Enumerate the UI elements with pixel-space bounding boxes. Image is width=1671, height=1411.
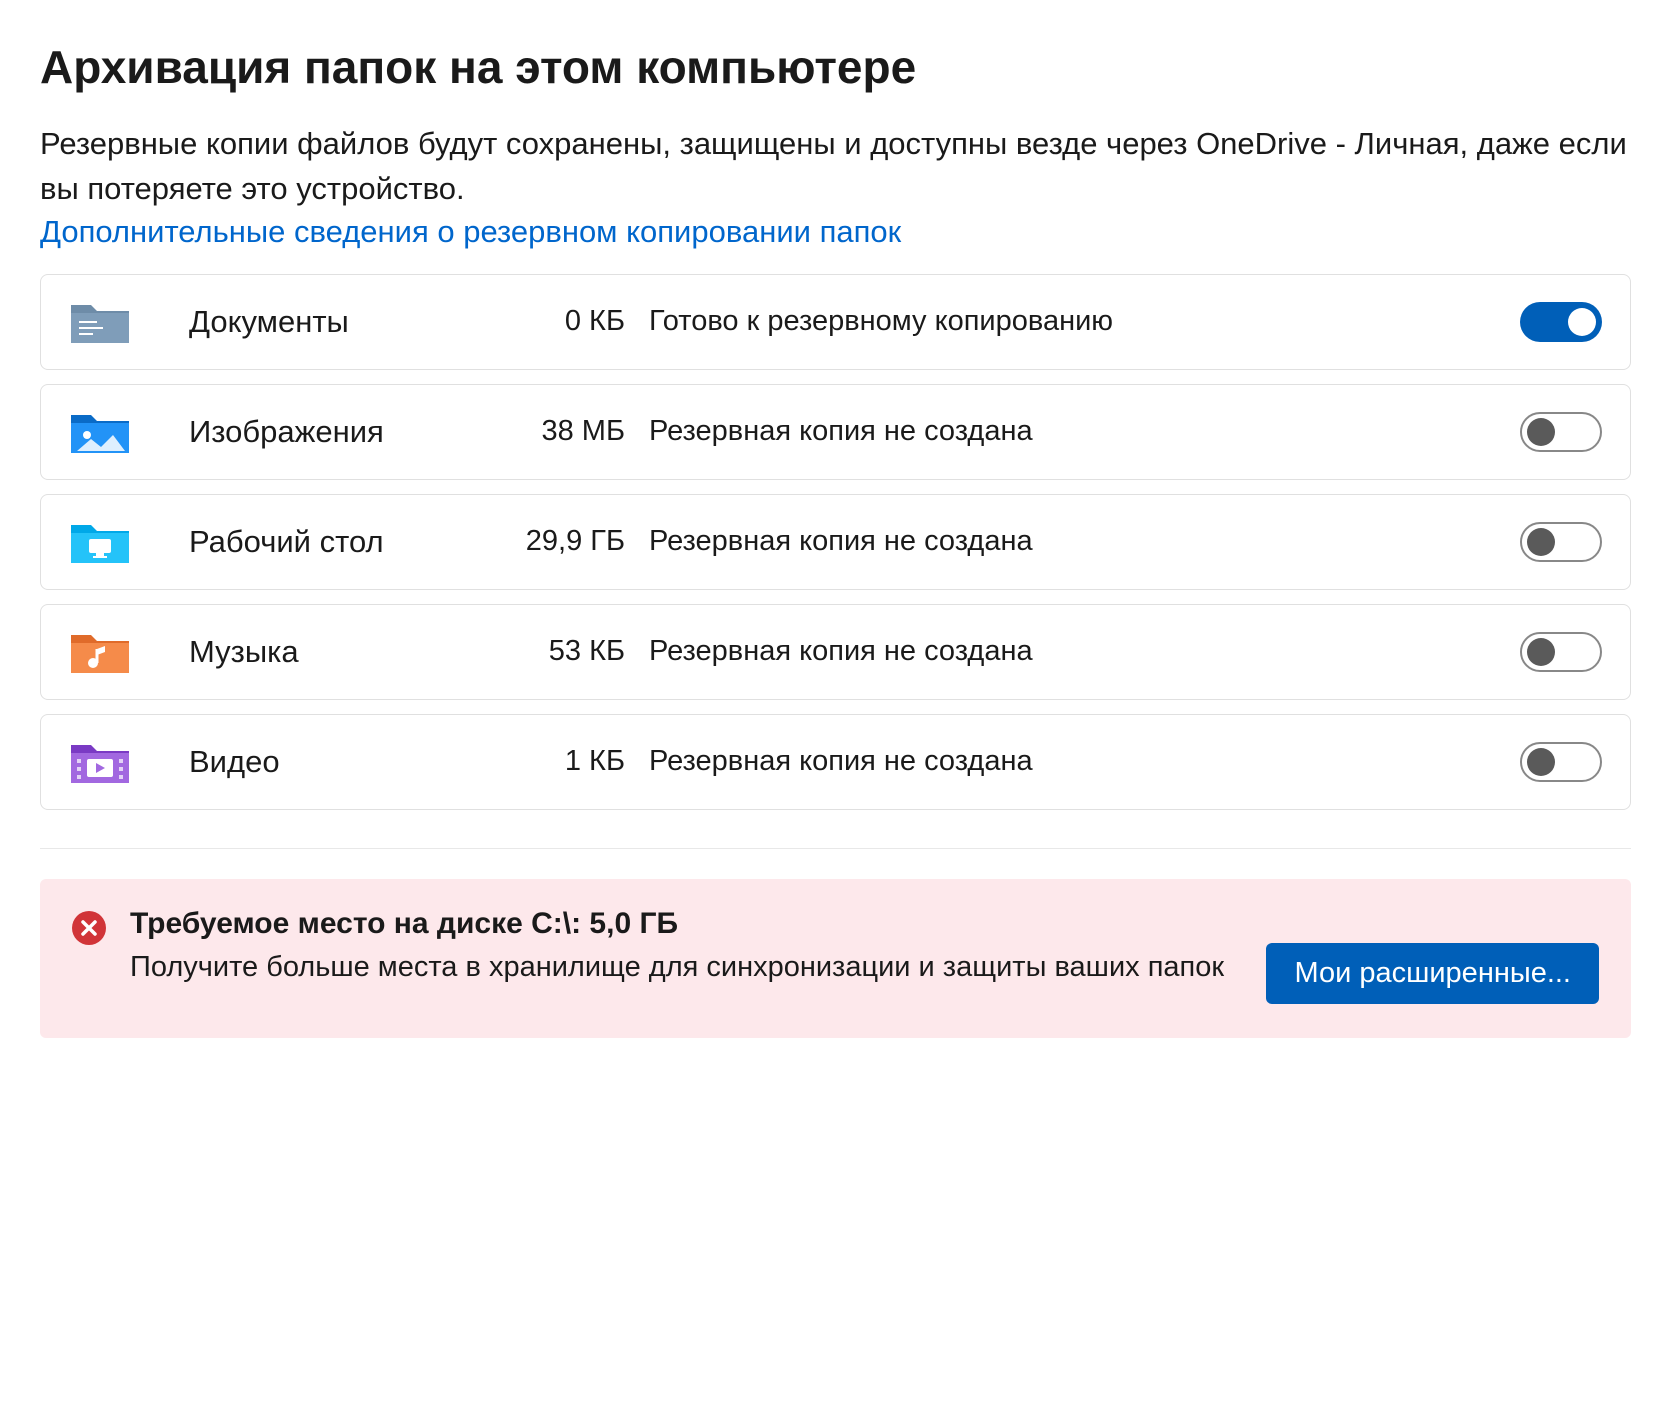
pictures-folder-icon — [69, 407, 131, 457]
videos-folder-icon — [69, 737, 131, 787]
folder-name: Музыка — [189, 634, 499, 670]
folder-status: Резервная копия не создана — [649, 413, 1520, 451]
page-description: Резервные копии файлов будут сохранены, … — [40, 122, 1631, 212]
folder-size: 1 КБ — [499, 745, 649, 778]
folder-status: Резервная копия не создана — [649, 523, 1520, 561]
folder-status: Готово к резервному копированию — [649, 303, 1520, 341]
folder-size: 29,9 ГБ — [499, 525, 649, 558]
warning-text: Требуемое место на диске C:\: 5,0 ГБ Пол… — [130, 907, 1242, 988]
folder-status: Резервная копия не создана — [649, 633, 1520, 671]
folder-size: 38 МБ — [499, 415, 649, 448]
folder-name: Видео — [189, 744, 499, 780]
divider — [40, 848, 1631, 849]
folder-row-documents: Документы 0 КБ Готово к резервному копир… — [40, 274, 1631, 370]
warning-description: Получите больше места в хранилище для си… — [130, 947, 1242, 988]
toggle-desktop[interactable] — [1520, 522, 1602, 562]
folder-name: Рабочий стол — [189, 524, 499, 560]
toggle-pictures[interactable] — [1520, 412, 1602, 452]
folder-name: Изображения — [189, 414, 499, 450]
error-icon — [72, 911, 106, 945]
music-folder-icon — [69, 627, 131, 677]
folder-row-music: Музыка 53 КБ Резервная копия не создана — [40, 604, 1631, 700]
folder-status: Резервная копия не создана — [649, 743, 1520, 781]
folder-size: 0 КБ — [499, 305, 649, 338]
documents-folder-icon — [69, 297, 131, 347]
folder-row-desktop: Рабочий стол 29,9 ГБ Резервная копия не … — [40, 494, 1631, 590]
toggle-documents[interactable] — [1520, 302, 1602, 342]
folder-size: 53 КБ — [499, 635, 649, 668]
learn-more-link[interactable]: Дополнительные сведения о резервном копи… — [40, 214, 901, 250]
advanced-settings-button[interactable]: Мои расширенные... — [1266, 943, 1599, 1004]
folder-row-videos: Видео 1 КБ Резервная копия не создана — [40, 714, 1631, 810]
folder-row-pictures: Изображения 38 МБ Резервная копия не соз… — [40, 384, 1631, 480]
warning-title: Требуемое место на диске C:\: 5,0 ГБ — [130, 907, 1242, 941]
desktop-folder-icon — [69, 517, 131, 567]
folder-name: Документы — [189, 304, 499, 340]
page-title: Архивация папок на этом компьютере — [40, 40, 1631, 94]
warning-box: Требуемое место на диске C:\: 5,0 ГБ Пол… — [40, 879, 1631, 1038]
toggle-music[interactable] — [1520, 632, 1602, 672]
folder-list: Документы 0 КБ Готово к резервному копир… — [40, 274, 1631, 810]
toggle-videos[interactable] — [1520, 742, 1602, 782]
